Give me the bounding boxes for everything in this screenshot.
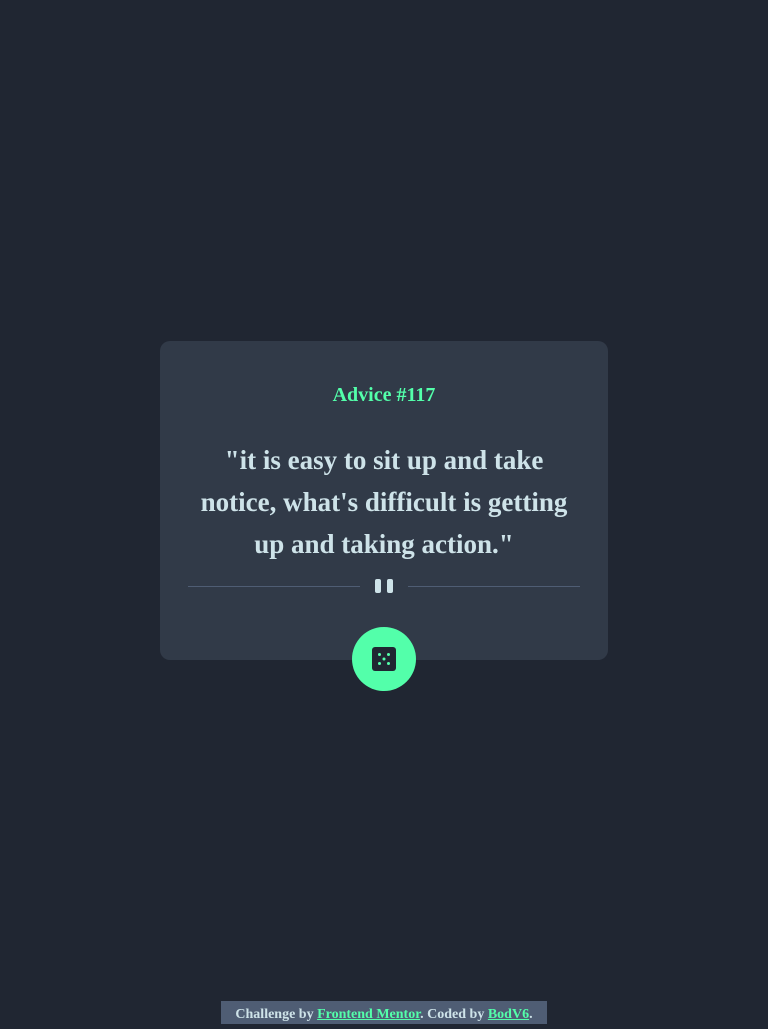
attribution-middle: . Coded by xyxy=(420,1007,488,1022)
author-link[interactable]: BodV6 xyxy=(488,1007,529,1022)
divider xyxy=(188,579,580,595)
advice-quote: "it is easy to sit up and take notice, w… xyxy=(200,445,568,559)
advice-card: Advice #117 "it is easy to sit up and ta… xyxy=(160,341,608,660)
divider-line-left xyxy=(188,586,360,587)
dice-icon xyxy=(372,647,396,671)
advice-id: Advice #117 xyxy=(332,384,436,406)
pause-icon xyxy=(375,579,393,593)
divider-line-right xyxy=(408,586,580,587)
attribution: Challenge by Frontend Mentor. Coded by B… xyxy=(221,1001,547,1024)
frontend-mentor-link[interactable]: Frontend Mentor xyxy=(317,1007,420,1022)
attribution-suffix: . xyxy=(529,1007,533,1022)
attribution-prefix: Challenge by xyxy=(235,1007,318,1022)
new-advice-button[interactable] xyxy=(352,627,416,691)
